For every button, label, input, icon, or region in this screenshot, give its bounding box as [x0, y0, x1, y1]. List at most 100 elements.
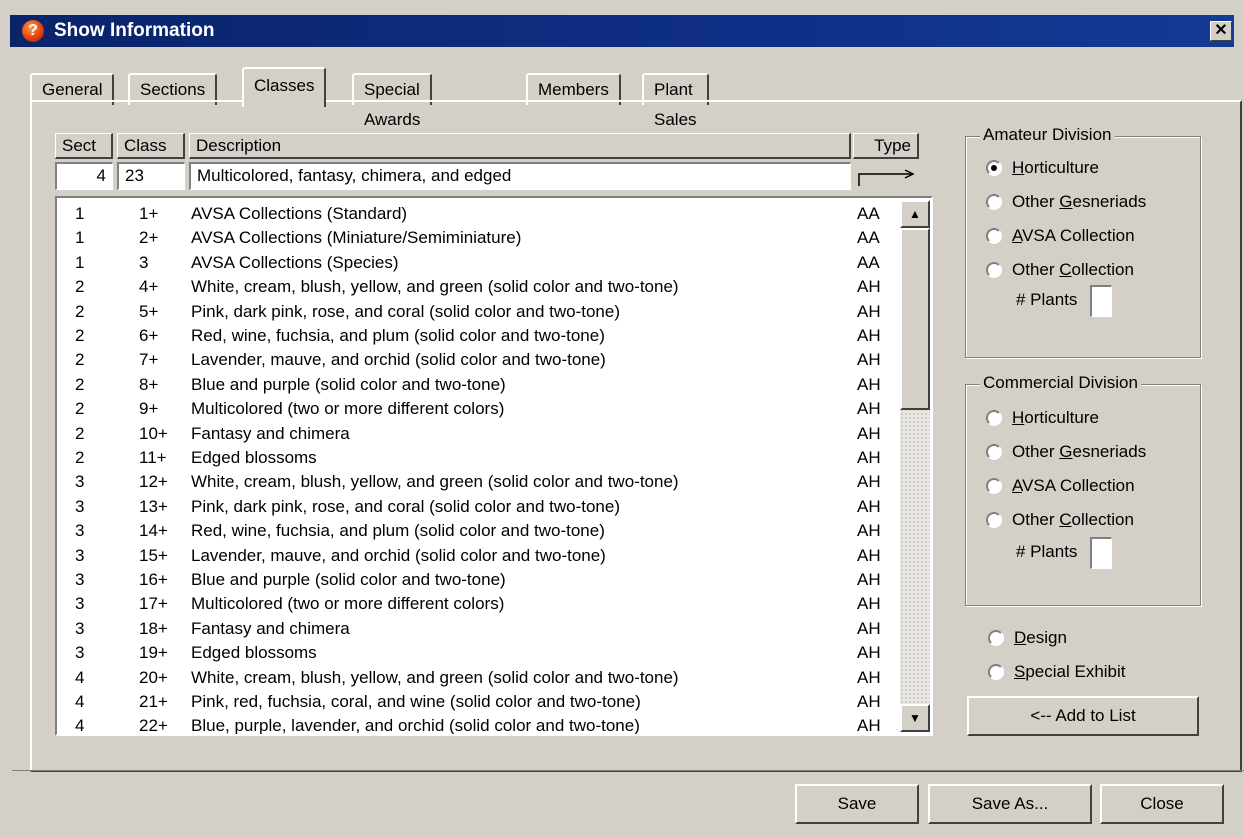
amateur-division-group: Amateur Division Horticulture Other Gesn…: [965, 125, 1201, 358]
list-item[interactable]: 3 15+ Lavender, mauve, and orchid (solid c…: [57, 544, 897, 568]
close-button[interactable]: Close: [1100, 784, 1224, 824]
scroll-up-icon[interactable]: ▲: [900, 200, 930, 228]
show-information-window: ? Show Information ✕ General Sections Cl…: [0, 0, 1244, 838]
list-item[interactable]: 3 14+ Red, wine, fuchsia, and plum (solid …: [57, 519, 897, 543]
scrollbar-thumb[interactable]: [900, 228, 930, 410]
cell-class: 22+: [139, 716, 168, 736]
scroll-down-icon[interactable]: ▼: [900, 704, 930, 732]
save-as-button[interactable]: Save As...: [928, 784, 1092, 824]
cell-sect: 2: [75, 326, 85, 345]
save-button[interactable]: Save: [795, 784, 919, 824]
list-item[interactable]: 2 4+ White, cream, blush, yellow, and gree…: [57, 275, 897, 299]
cell-class: 13+: [139, 496, 168, 516]
type-arrow-icon[interactable]: [853, 162, 919, 190]
cell-type: AH: [857, 570, 881, 589]
radio-icon[interactable]: [986, 478, 1002, 494]
list-item[interactable]: 2 7+ Lavender, mauve, and orchid (solid co…: [57, 348, 897, 372]
cell-class: 3: [139, 252, 149, 272]
cell-desc: Multicolored (two or more different colo…: [191, 594, 505, 614]
cell-class: 21+: [139, 692, 168, 711]
description-input[interactable]: Multicolored, fantasy, chimera, and edge…: [189, 162, 851, 190]
cell-desc: Fantasy and chimera: [191, 618, 350, 638]
cell-sect: 2: [75, 399, 85, 419]
cell-desc: White, cream, blush, yellow, and green (…: [191, 472, 679, 492]
commercial-plants-input[interactable]: [1090, 537, 1112, 569]
cell-class: 12+: [139, 472, 168, 492]
list-item[interactable]: 2 10+ Fantasy and chimera AH: [57, 422, 897, 446]
column-header-class[interactable]: Class: [117, 133, 185, 159]
close-icon[interactable]: ✕: [1210, 21, 1232, 41]
plants-label: # Plants: [1016, 542, 1078, 561]
sect-input[interactable]: 4: [55, 162, 113, 190]
list-item[interactable]: 3 16+ Blue and purple (solid color and two…: [57, 568, 897, 592]
cell-sect: 3: [75, 618, 85, 638]
cell-sect: 1: [75, 204, 85, 223]
list-scrollbar[interactable]: ▲ ▼: [900, 200, 930, 732]
cell-desc: Multicolored (two or more different colo…: [191, 399, 505, 419]
list-item[interactable]: 3 19+ Edged blossoms AH: [57, 641, 897, 665]
list-item[interactable]: 4 22+ Blue, purple, lavender, and orchid (…: [57, 714, 897, 736]
cell-class: 8+: [139, 374, 159, 394]
radio-icon[interactable]: [986, 262, 1002, 278]
cell-desc: Blue and purple (solid color and two-ton…: [191, 570, 506, 589]
cell-class: 2+: [139, 228, 159, 248]
amateur-plants-input[interactable]: [1090, 285, 1112, 317]
radio-icon[interactable]: [986, 228, 1002, 244]
cell-type: AH: [857, 643, 881, 663]
cell-type: AH: [857, 692, 881, 711]
radio-icon[interactable]: [986, 410, 1002, 426]
classes-list[interactable]: 1 1+ AVSA Collections (Standard) AA 1 2+ AVSA …: [55, 196, 933, 736]
plants-label: # Plants: [1016, 290, 1078, 309]
add-to-list-button[interactable]: <-- Add to List: [967, 696, 1199, 736]
cell-class: 11+: [139, 448, 167, 467]
cell-desc: Red, wine, fuchsia, and plum (solid colo…: [191, 326, 605, 345]
column-header-sect[interactable]: Sect: [55, 133, 113, 159]
cell-type: AH: [857, 618, 881, 638]
list-item[interactable]: 3 13+ Pink, dark pink, rose, and coral (so…: [57, 495, 897, 519]
cell-type: AH: [857, 399, 881, 419]
radio-icon[interactable]: [988, 630, 1004, 646]
cell-sect: 3: [75, 496, 85, 516]
radio-icon[interactable]: [986, 512, 1002, 528]
column-header-type[interactable]: Type: [853, 133, 919, 159]
radio-icon[interactable]: [988, 664, 1004, 680]
list-item[interactable]: 3 18+ Fantasy and chimera AH: [57, 617, 897, 641]
cell-sect: 2: [75, 350, 85, 370]
list-item[interactable]: 1 3 AVSA Collections (Species) AA: [57, 251, 897, 275]
cell-class: 1+: [139, 204, 159, 223]
list-item[interactable]: 1 1+ AVSA Collections (Standard) AA: [57, 202, 897, 226]
title-bar[interactable]: ? Show Information ✕: [10, 15, 1234, 47]
column-header-description[interactable]: Description: [189, 133, 851, 159]
cell-sect: 4: [75, 667, 85, 687]
cell-sect: 3: [75, 594, 85, 614]
window-title: Show Information: [54, 20, 215, 41]
cell-sect: 3: [75, 570, 85, 589]
list-item[interactable]: 3 17+ Multicolored (two or more different …: [57, 592, 897, 616]
list-item[interactable]: 2 11+ Edged blossoms AH: [57, 446, 897, 470]
cell-desc: Pink, red, fuchsia, coral, and wine (sol…: [191, 692, 641, 711]
cell-desc: Edged blossoms: [191, 643, 317, 663]
class-input[interactable]: 23: [117, 162, 185, 190]
cell-class: 10+: [139, 423, 168, 443]
list-item[interactable]: 4 20+ White, cream, blush, yellow, and gre…: [57, 666, 897, 690]
commercial-plants-field: # Plants: [1016, 537, 1112, 569]
radio-icon[interactable]: [986, 444, 1002, 460]
radio-selected-icon[interactable]: [986, 160, 1002, 176]
list-item[interactable]: 2 6+ Red, wine, fuchsia, and plum (solid c…: [57, 324, 897, 348]
cell-desc: Pink, dark pink, rose, and coral (solid …: [191, 301, 620, 321]
radio-icon[interactable]: [986, 194, 1002, 210]
list-item[interactable]: 2 9+ Multicolored (two or more different c…: [57, 397, 897, 421]
list-item[interactable]: 2 8+ Blue and purple (solid color and two-…: [57, 373, 897, 397]
separator: [12, 770, 1244, 771]
tab-classes[interactable]: Classes: [242, 67, 327, 107]
list-item[interactable]: 2 5+ Pink, dark pink, rose, and coral (sol…: [57, 300, 897, 324]
cell-sect: 4: [75, 716, 85, 736]
list-item[interactable]: 1 2+ AVSA Collections (Miniature/Semiminia…: [57, 226, 897, 250]
cell-type: AH: [857, 496, 881, 516]
list-item[interactable]: 4 21+ Pink, red, fuchsia, coral, and wine …: [57, 690, 897, 714]
cell-sect: 2: [75, 423, 85, 443]
cell-class: 18+: [139, 618, 168, 638]
cell-desc: Red, wine, fuchsia, and plum (solid colo…: [191, 521, 605, 541]
cell-class: 5+: [139, 301, 159, 321]
list-item[interactable]: 3 12+ White, cream, blush, yellow, and gre…: [57, 470, 897, 494]
